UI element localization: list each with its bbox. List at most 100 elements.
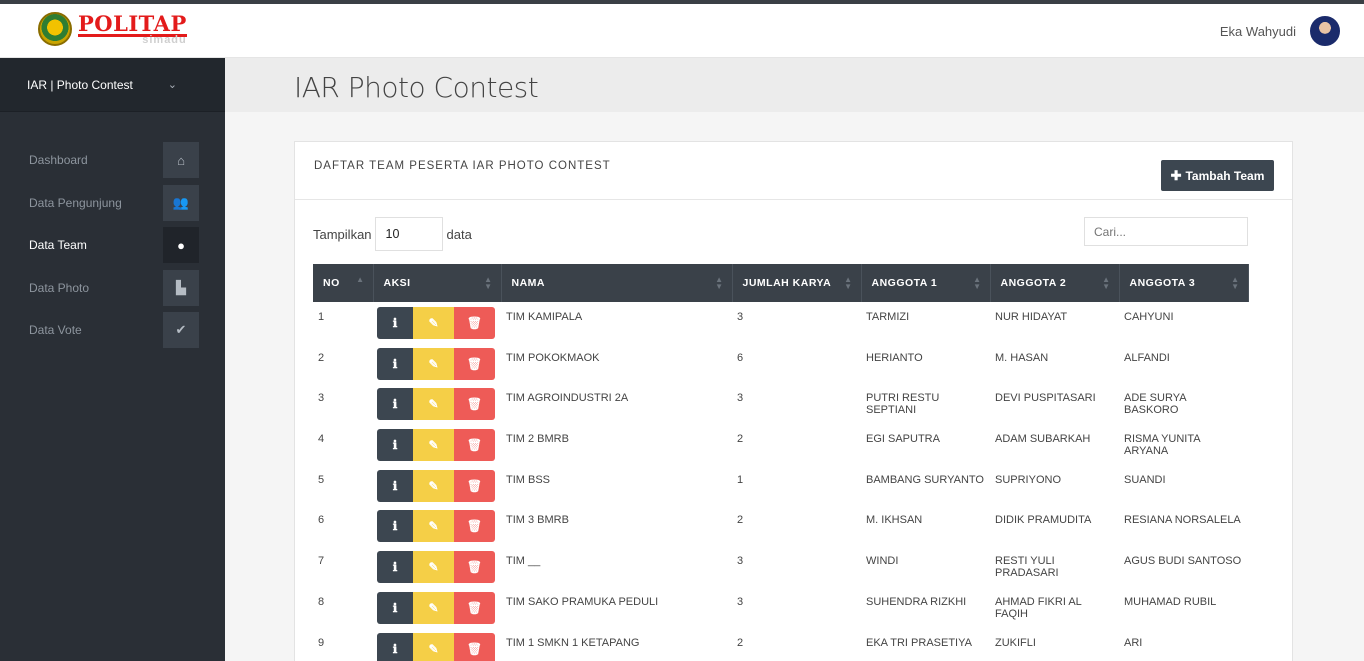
cell-anggota-2: M. HASAN: [995, 351, 1049, 364]
team-list-panel: DAFTAR TEAM PESERTA IAR PHOTO CONTEST ✚ …: [294, 141, 1293, 661]
edit-button[interactable]: ✎: [413, 429, 454, 462]
cell-jumlah-karya: 6: [737, 351, 744, 364]
table-row: 9 ℹ ✎ 🗑 TIM 1 SMKN 1 KETAPANG 2 EKA TRI PRASET…: [313, 628, 1248, 661]
delete-button[interactable]: 🗑: [454, 632, 495, 661]
column-header-aksi[interactable]: AKSI ▲ ▼: [373, 264, 502, 302]
cell-jumlah-karya: 2: [737, 433, 744, 446]
cell-actions: ℹ ✎ 🗑: [373, 628, 501, 661]
column-header-anggota-2[interactable]: ANGGOTA 2 ▲ ▼: [990, 264, 1120, 302]
column-header-nama[interactable]: NAMA ▲ ▼: [501, 264, 733, 302]
info-button[interactable]: ℹ: [377, 469, 413, 502]
avatar[interactable]: [1310, 16, 1340, 46]
cell-nama: TIM 3 BMRB: [506, 514, 569, 527]
cell-actions: ℹ ✎ 🗑: [373, 546, 501, 587]
cell-anggota-3: CAHYUNI: [1124, 311, 1174, 323]
table-row: 4 ℹ ✎ 🗑 TIM 2 BMRB 2 EGI SAPUTRA ADAM SUBARKAH R…: [313, 424, 1248, 465]
delete-button[interactable]: 🗑: [454, 510, 495, 543]
trash-icon: 🗑: [466, 397, 483, 412]
cell-anggota-3: AGUS BUDI SANTOSO: [1124, 555, 1242, 568]
cell-actions: ℹ ✎ 🗑: [373, 505, 501, 546]
info-button[interactable]: ℹ: [377, 510, 413, 543]
cell-anggota-1: TARMIZI: [866, 311, 910, 323]
sort-icon: ▲ ▼: [484, 275, 493, 291]
edit-button[interactable]: ✎: [413, 469, 454, 502]
cell-anggota-3: RESIANA NORSALELA: [1124, 514, 1241, 527]
cell-anggota-2: DEVI PUSPITASARI: [995, 392, 1096, 405]
info-icon: ℹ: [392, 560, 398, 575]
edit-button[interactable]: ✎: [413, 388, 454, 421]
info-button[interactable]: ℹ: [377, 347, 413, 380]
cell-jumlah-karya: 3: [737, 311, 744, 323]
column-header-anggota-3[interactable]: ANGGOTA 3 ▲ ▼: [1119, 264, 1249, 302]
show-label: Tampilkan: [313, 226, 372, 242]
sidebar-item-dashboard[interactable]: Dashboard ⌂: [0, 139, 225, 182]
info-button[interactable]: ℹ: [377, 551, 413, 584]
delete-button[interactable]: 🗑: [454, 591, 495, 624]
trash-icon: 🗑: [466, 560, 483, 575]
edit-button[interactable]: ✎: [413, 307, 454, 339]
page-length-input[interactable]: 10: [374, 217, 443, 251]
table-row: 8 ℹ ✎ 🗑 TIM SAKO PRAMUKA PEDULI 3 SUHENDRA RIZ…: [313, 587, 1248, 628]
cell-anggota-2: NUR HIDAYAT: [995, 311, 1068, 323]
delete-button[interactable]: 🗑: [454, 551, 495, 584]
cell-anggota-2: SUPRIYONO: [995, 473, 1062, 486]
trash-icon: 🗑: [466, 600, 483, 615]
edit-button[interactable]: ✎: [413, 591, 454, 624]
info-icon: ℹ: [392, 397, 398, 412]
user-name[interactable]: Eka Wahyudi: [1220, 24, 1296, 39]
edit-button[interactable]: ✎: [413, 347, 454, 380]
delete-button[interactable]: 🗑: [454, 429, 495, 462]
delete-button[interactable]: 🗑: [454, 469, 495, 502]
add-team-button[interactable]: ✚ Tambah Team: [1161, 160, 1274, 191]
delete-button[interactable]: 🗑: [454, 347, 495, 380]
delete-button[interactable]: 🗑: [454, 307, 495, 339]
add-team-label: Tambah Team: [1185, 168, 1265, 183]
edit-button[interactable]: ✎: [413, 632, 454, 661]
info-button[interactable]: ℹ: [377, 388, 413, 421]
action-group: ℹ ✎ 🗑: [377, 469, 496, 502]
cell-anggota-3: ALFANDI: [1124, 351, 1170, 364]
pencil-icon: ✎: [428, 397, 439, 412]
emblem-icon: [38, 12, 72, 46]
action-group: ℹ ✎ 🗑: [377, 632, 496, 661]
action-group: ℹ ✎ 🗑: [377, 307, 496, 339]
sidebar-item-data-team[interactable]: Data Team ●: [0, 224, 225, 267]
pencil-icon: ✎: [428, 560, 439, 575]
cell-anggota-1: EGI SAPUTRA: [866, 433, 940, 446]
sort-icon: ▲ ▼: [715, 275, 724, 291]
cell-anggota-3: SUANDI: [1124, 473, 1166, 486]
cell-anggota-1: BAMBANG SURYANTO: [866, 473, 984, 486]
delete-button[interactable]: 🗑: [454, 388, 495, 421]
politap-logo[interactable]: POLITAP simadu: [38, 12, 187, 46]
sidebar-menu: Dashboard ⌂ Data Pengunjung 👥 Data Team ● Data…: [0, 139, 225, 352]
action-group: ℹ ✎ 🗑: [377, 388, 496, 421]
user-menu[interactable]: Eka Wahyudi: [1220, 16, 1340, 46]
info-button[interactable]: ℹ: [377, 429, 413, 462]
cell-anggota-2: DIDIK PRAMUDITA: [995, 514, 1092, 527]
cell-anggota-3: RISMA YUNITA ARYANA: [1124, 433, 1201, 458]
check-icon: ✔: [163, 312, 199, 349]
cell-anggota-2: RESTI YULI PRADASARI: [995, 555, 1059, 580]
cell-jumlah-karya: 3: [737, 595, 744, 608]
sidebar-item-data-photo[interactable]: Data Photo ▙: [0, 267, 225, 310]
search-input[interactable]: [1084, 217, 1248, 246]
column-header-jumlah-karya[interactable]: JUMLAH KARYA ▲ ▼: [732, 264, 862, 302]
sidebar-item-data-vote[interactable]: Data Vote ✔: [0, 309, 225, 352]
sidebar-app-switcher[interactable]: IAR | Photo Contest ⌄: [0, 58, 225, 112]
info-button[interactable]: ℹ: [377, 632, 413, 661]
edit-button[interactable]: ✎: [413, 551, 454, 584]
cell-no: 4: [318, 433, 325, 446]
pencil-icon: ✎: [428, 641, 439, 656]
column-header-anggota-1[interactable]: ANGGOTA 1 ▲ ▼: [861, 264, 991, 302]
cell-nama: TIM AGROINDUSTRI 2A: [506, 392, 629, 405]
column-header-no[interactable]: NO ▲: [313, 264, 374, 302]
trash-icon: 🗑: [466, 438, 483, 453]
sidebar-item-data-pengunjung[interactable]: Data Pengunjung 👥: [0, 182, 225, 225]
info-button[interactable]: ℹ: [377, 591, 413, 624]
edit-button[interactable]: ✎: [413, 510, 454, 543]
sort-icon: ▲: [356, 275, 365, 284]
cell-no: 9: [318, 636, 325, 649]
info-button[interactable]: ℹ: [377, 307, 413, 339]
pencil-icon: ✎: [428, 519, 439, 534]
sort-icon: ▲ ▼: [1231, 275, 1240, 291]
